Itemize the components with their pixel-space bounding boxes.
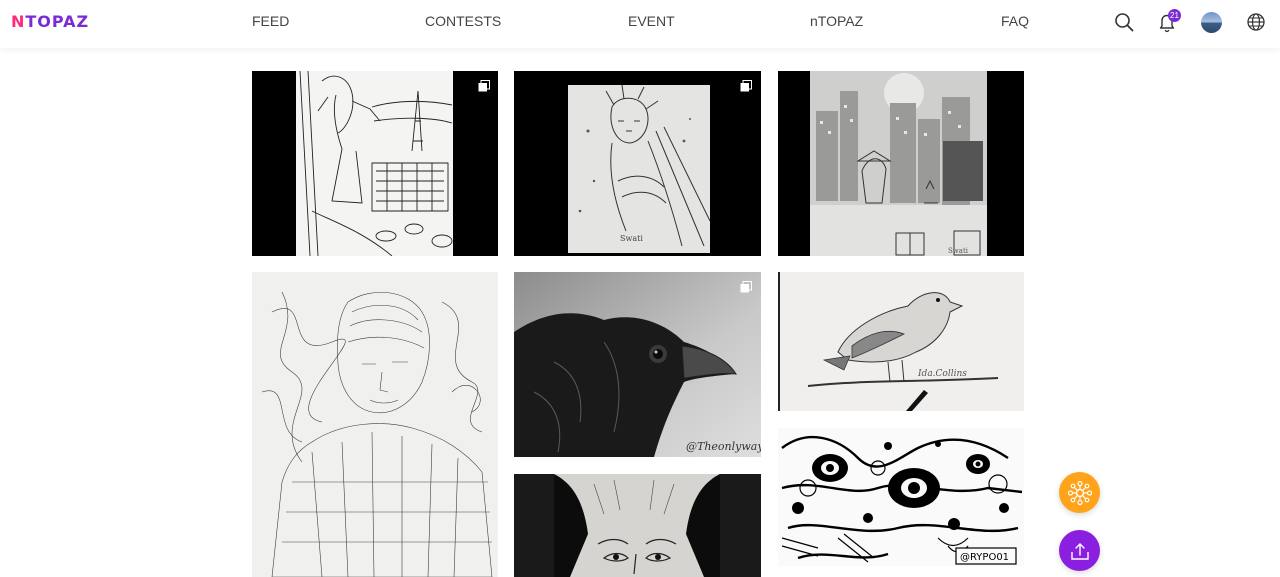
upload-icon [1070, 542, 1089, 560]
artwork-tile-window-eiffel[interactable] [252, 71, 498, 256]
top-navigation-bar: NTOPAZ FEED CONTESTS EVENT nTOPAZ FAQ 21 [0, 0, 1280, 48]
artwork-tile-scribble-portrait[interactable] [252, 272, 498, 577]
svg-text:@Theonlyway: @Theonlyway [686, 440, 761, 453]
nav-feed[interactable]: FEED [252, 13, 289, 29]
nav-event[interactable]: EVENT [628, 13, 675, 29]
artwork-tile-woman-portrait[interactable] [514, 474, 761, 577]
svg-text:Swati: Swati [948, 247, 969, 255]
notification-count-badge: 21 [1168, 9, 1181, 22]
multiple-images-icon [478, 80, 490, 92]
globe-icon[interactable] [1245, 11, 1267, 33]
nav-faq[interactable]: FAQ [1001, 13, 1029, 29]
user-avatar[interactable] [1201, 12, 1222, 33]
svg-text:@RYPO01: @RYPO01 [960, 552, 1009, 563]
artwork-tile-sparrow[interactable]: Ida.Collins [778, 272, 1024, 411]
artwork-tile-zentangle[interactable]: @RYPO01 [778, 428, 1024, 566]
search-icon[interactable] [1113, 11, 1135, 33]
nav-contests[interactable]: CONTESTS [425, 13, 501, 29]
multiple-images-icon [740, 80, 752, 92]
nav-ntopaz[interactable]: nTOPAZ [810, 13, 863, 29]
upload-fab-button[interactable] [1059, 530, 1100, 571]
multiple-images-icon [740, 281, 752, 293]
svg-text:Ida.Collins: Ida.Collins [917, 369, 967, 379]
artwork-tile-old-man-tree[interactable]: Swati [514, 71, 761, 256]
community-fab-button[interactable] [1059, 472, 1100, 513]
artwork-tile-city-balcony[interactable]: Swati [778, 71, 1024, 256]
artwork-tile-crow[interactable]: @Theonlyway [514, 272, 761, 457]
svg-text:Swati: Swati [620, 234, 643, 243]
ntopaz-logo[interactable]: NTOPAZ [11, 12, 89, 31]
network-icon [1067, 480, 1092, 505]
